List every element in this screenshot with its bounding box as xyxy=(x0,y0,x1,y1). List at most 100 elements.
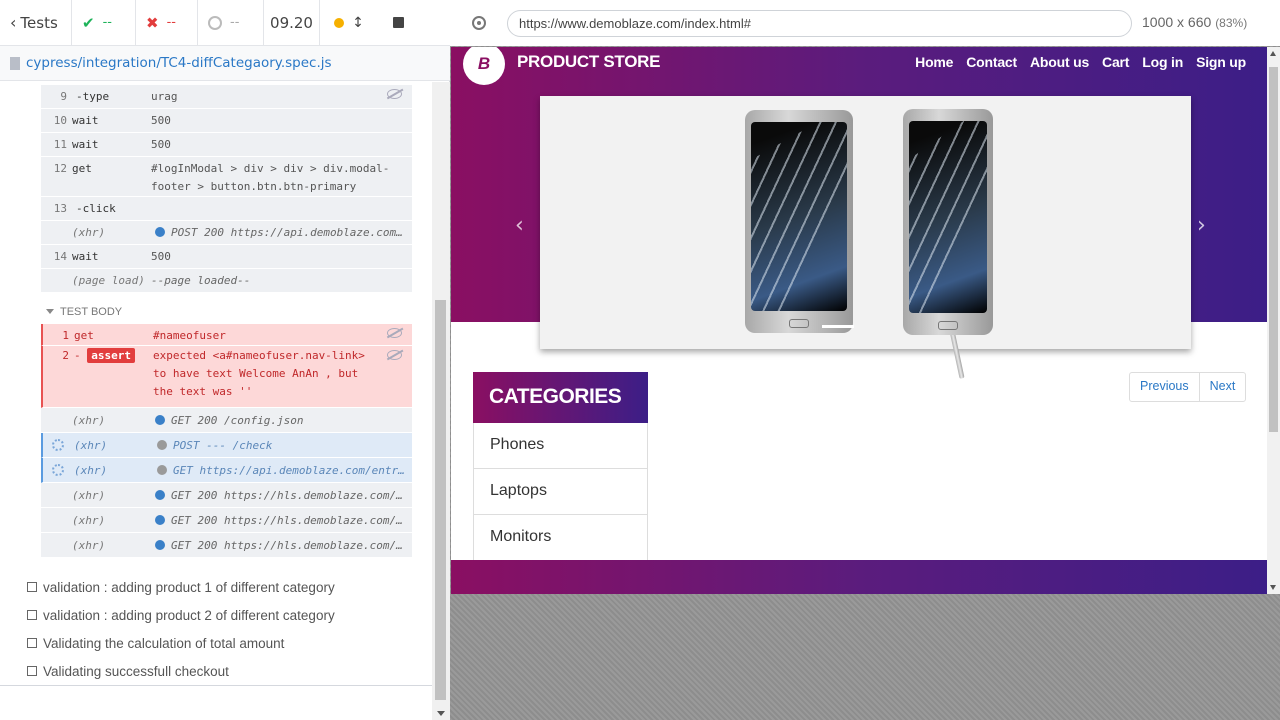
nav-signup[interactable]: Sign up xyxy=(1196,54,1246,70)
carousel-next-icon[interactable]: › xyxy=(1197,213,1206,238)
command-row[interactable]: 11 wait 500 xyxy=(41,133,412,157)
test-list: validation : adding product 1 of differe… xyxy=(27,573,335,685)
command-log: 9 -type urag 10 wait 500 11 wait 500 12 xyxy=(0,82,432,720)
command-row[interactable]: 14 wait 500 xyxy=(41,245,412,269)
xhr-row[interactable]: (xhr) GET 200 /config.json xyxy=(41,408,412,433)
command-row-failed[interactable]: 1 get #nameofuser xyxy=(41,324,412,346)
request-status-dot-icon xyxy=(155,490,165,500)
selector-playground-icon[interactable] xyxy=(472,16,486,30)
product-carousel xyxy=(540,96,1191,379)
command-row[interactable]: 13 -click xyxy=(41,197,412,221)
store-logo[interactable]: B xyxy=(463,47,505,85)
scroll-arrows-icon: ↕ xyxy=(352,14,364,31)
viewport-info: 1000 x 660 (83%) xyxy=(1142,14,1248,30)
spec-file-bar: cypress/integration/TC4-diffCategaory.sp… xyxy=(0,46,450,81)
test-item[interactable]: validation : adding product 2 of differe… xyxy=(27,601,335,629)
assertion-row-failed[interactable]: 2 - assert expected <a#nameofuser.nav-li… xyxy=(41,346,412,408)
category-laptops[interactable]: Laptops xyxy=(473,469,648,515)
command-row[interactable]: 12 get #logInModal > div > div > div.mod… xyxy=(41,157,412,197)
before-hook-commands: 9 -type urag 10 wait 500 11 wait 500 12 xyxy=(41,85,412,293)
carousel-prev-icon[interactable]: ‹ xyxy=(515,213,524,238)
phone-image xyxy=(745,110,853,333)
spinner-icon xyxy=(52,464,64,476)
test-item[interactable]: validation : adding product 1 of differe… xyxy=(27,573,335,601)
request-status-dot-icon xyxy=(155,540,165,550)
aut-header: https://www.demoblaze.com/index.html# 10… xyxy=(450,0,1280,46)
checkbox-icon xyxy=(27,666,37,676)
request-status-dot-icon xyxy=(155,515,165,525)
page-load-row[interactable]: (page load) --page loaded-- xyxy=(41,269,412,293)
scroll-down-arrow-icon[interactable] xyxy=(437,711,445,716)
aut-scrollbar[interactable] xyxy=(1267,47,1280,594)
assert-badge: assert xyxy=(87,348,135,363)
cross-icon: ✖ xyxy=(146,13,159,32)
check-icon: ✔ xyxy=(82,13,95,32)
category-phones[interactable]: Phones xyxy=(473,423,648,469)
xhr-row[interactable]: (xhr) GET 200 https://hls.demoblaze.com/… xyxy=(41,483,412,508)
command-log-scrollbar[interactable] xyxy=(432,82,450,720)
previous-button[interactable]: Previous xyxy=(1130,373,1199,401)
pending-circle-icon xyxy=(208,15,222,30)
test-item[interactable]: Validating the calculation of total amou… xyxy=(27,629,335,657)
test-body-header[interactable]: TEST BODY xyxy=(46,306,122,318)
stop-icon xyxy=(392,17,404,28)
divider xyxy=(0,685,432,686)
nav-about[interactable]: About us xyxy=(1030,54,1089,70)
carousel-indicator[interactable] xyxy=(822,325,854,328)
scroll-up-arrow-icon[interactable] xyxy=(1270,51,1276,56)
categories-list: CATEGORIES Phones Laptops Monitors xyxy=(473,372,648,561)
spec-path-link[interactable]: cypress/integration/TC4-diffCategaory.sp… xyxy=(26,55,332,71)
nav-contact[interactable]: Contact xyxy=(966,54,1017,70)
failed-count: ✖ -- xyxy=(136,0,198,46)
aut-iframe: B PRODUCT STORE Home Contact About us Ca… xyxy=(451,47,1268,594)
categories-title[interactable]: CATEGORIES xyxy=(473,372,648,423)
request-status-dot-icon xyxy=(157,440,167,450)
nav-cart[interactable]: Cart xyxy=(1102,54,1129,70)
footer-band xyxy=(451,560,1268,594)
xhr-row-pending[interactable]: (xhr) GET https://api.demoblaze.com/entr… xyxy=(41,458,412,483)
test-item[interactable]: Validating successfull checkout xyxy=(27,657,335,685)
command-row[interactable]: 9 -type urag xyxy=(41,85,412,109)
file-icon xyxy=(10,56,20,70)
spinner-icon xyxy=(52,439,64,451)
request-status-dot-icon xyxy=(155,415,165,425)
category-monitors[interactable]: Monitors xyxy=(473,515,648,561)
phone-image xyxy=(903,109,993,335)
checkbox-icon xyxy=(27,582,37,592)
command-row[interactable]: 10 wait 500 xyxy=(41,109,412,133)
auto-scroll-toggle[interactable]: ↕ xyxy=(320,0,378,46)
runner-header: ‹ Tests ✔ -- ✖ -- -- 09.20 ↕ xyxy=(0,0,450,46)
xhr-row-pending[interactable]: (xhr) POST --- /check xyxy=(41,433,412,458)
eye-slash-icon xyxy=(387,328,402,338)
eye-slash-icon xyxy=(387,350,402,360)
scrollbar-thumb[interactable] xyxy=(435,300,446,700)
pagination: Previous Next xyxy=(1129,372,1247,402)
brand-name[interactable]: PRODUCT STORE xyxy=(517,52,660,72)
test-body-commands: 1 get #nameofuser 2 - assert expected <a… xyxy=(41,324,412,558)
running-indicator-icon xyxy=(334,17,345,28)
app-under-test-panel: https://www.demoblaze.com/index.html# 10… xyxy=(450,0,1280,720)
checkbox-icon xyxy=(27,610,37,620)
tests-label: Tests xyxy=(20,13,58,32)
xhr-row[interactable]: (xhr) GET 200 https://hls.demoblaze.com/… xyxy=(41,508,412,533)
store-nav: Home Contact About us Cart Log in Sign u… xyxy=(915,54,1246,70)
passed-count: ✔ -- xyxy=(72,0,136,46)
scrollbar-thumb[interactable] xyxy=(1269,67,1278,432)
checkbox-icon xyxy=(27,638,37,648)
collapse-caret-icon xyxy=(46,309,54,314)
pending-count: -- xyxy=(198,0,264,46)
url-field[interactable]: https://www.demoblaze.com/index.html# xyxy=(507,10,1132,37)
xhr-row[interactable]: (xhr) GET 200 https://hls.demoblaze.com/… xyxy=(41,533,412,558)
nav-home[interactable]: Home xyxy=(915,54,953,70)
stop-button[interactable] xyxy=(378,0,418,46)
request-status-dot-icon xyxy=(157,465,167,475)
request-status-dot-icon xyxy=(155,227,165,237)
cypress-runner-panel: ‹ Tests ✔ -- ✖ -- -- 09.20 ↕ cypress/int… xyxy=(0,0,450,720)
next-button[interactable]: Next xyxy=(1198,373,1246,401)
back-to-tests-button[interactable]: ‹ Tests xyxy=(0,0,72,46)
duration: 09.20 xyxy=(264,0,320,46)
chevron-left-icon: ‹ xyxy=(10,13,17,32)
scroll-down-arrow-icon[interactable] xyxy=(1270,585,1276,590)
nav-login[interactable]: Log in xyxy=(1142,54,1183,70)
xhr-row[interactable]: (xhr) POST 200 https://api.demoblaze.com… xyxy=(41,221,412,245)
